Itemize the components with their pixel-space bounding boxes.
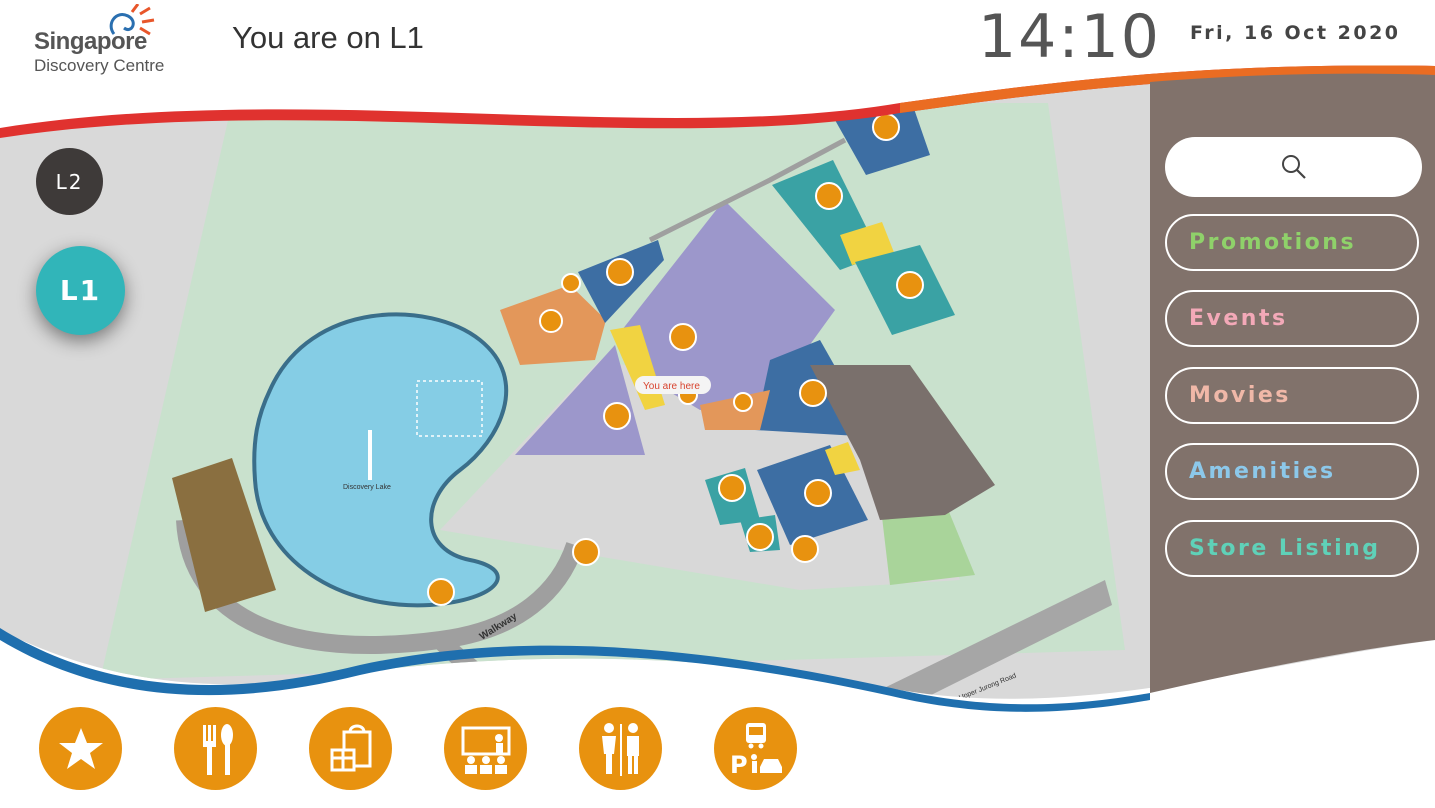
clock: 14:10 [978, 2, 1161, 72]
shopping-icon [330, 724, 371, 771]
floor-button-l1[interactable]: L1 [36, 246, 125, 335]
logo-line1: Singapore [34, 28, 147, 55]
dining-icon [202, 723, 233, 775]
restroom-icon [601, 722, 639, 776]
category-shopping-button[interactable] [309, 707, 392, 790]
logo: Singapore Discovery Centre [34, 4, 184, 76]
current-floor-title: You are on L1 [232, 20, 424, 55]
svg-text:P: P [730, 751, 748, 779]
transport-icon: P [730, 722, 782, 779]
search-button[interactable] [1165, 137, 1422, 197]
date: Fri, 16 Oct 2020 [1190, 22, 1401, 44]
category-classroom-button[interactable] [444, 707, 527, 790]
star-icon [58, 727, 103, 769]
movies-button[interactable]: Movies [1165, 367, 1419, 424]
logo-line2: Discovery Centre [34, 56, 165, 75]
amenities-button[interactable]: Amenities [1165, 443, 1419, 500]
promotions-button[interactable]: Promotions [1165, 214, 1419, 271]
you-are-here-label: You are here [643, 381, 700, 392]
search-icon [1281, 155, 1306, 179]
floor-button-l2[interactable]: L2 [36, 148, 103, 215]
classroom-icon [461, 726, 510, 774]
category-attractions-button[interactable] [39, 707, 122, 790]
category-transport-button[interactable]: P [714, 707, 797, 790]
category-dining-button[interactable] [174, 707, 257, 790]
lake-label: Discovery Lake [343, 484, 391, 491]
store-listing-button[interactable]: Store Listing [1165, 520, 1419, 577]
events-button[interactable]: Events [1165, 290, 1419, 347]
category-restroom-button[interactable] [579, 707, 662, 790]
